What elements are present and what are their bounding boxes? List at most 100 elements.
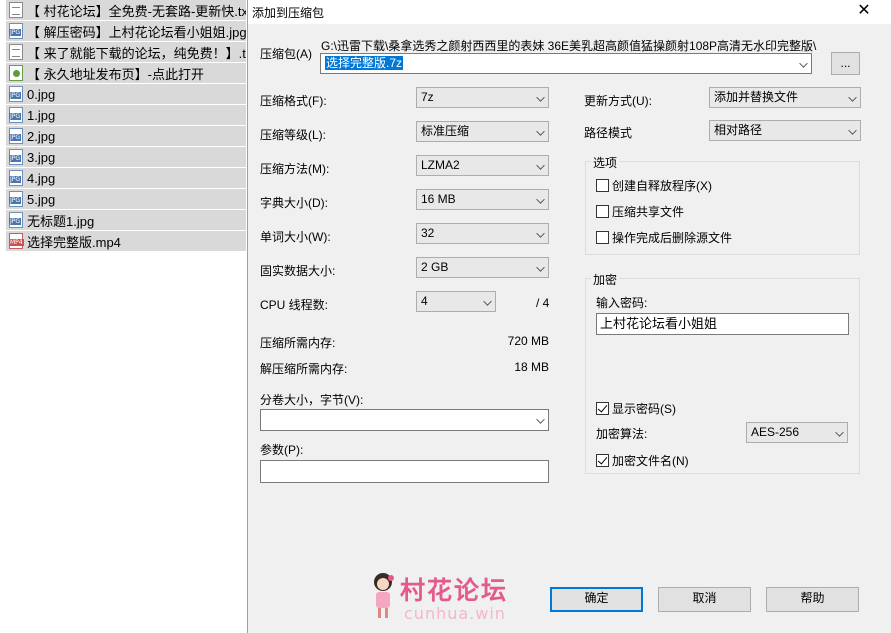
jpg-file-icon — [9, 149, 23, 165]
mp4-file-icon — [9, 233, 24, 249]
file-row[interactable]: 无标题1.jpg — [6, 210, 246, 230]
password-input[interactable]: 上村花论坛看小姐姐 — [596, 313, 849, 335]
file-row[interactable]: 5.jpg — [6, 189, 246, 209]
file-row[interactable]: 【 解压密码】上村花论坛看小姐姐.jpg — [6, 21, 246, 41]
file-row[interactable]: 【 来了就能下载的论坛，纯免费！】.txt — [6, 42, 246, 62]
encrypt-names-label: 加密文件名(N) — [612, 454, 689, 468]
chevron-down-icon — [536, 93, 545, 102]
cancel-button[interactable]: 取消 — [658, 587, 751, 612]
file-name: 5.jpg — [27, 191, 56, 207]
chevron-down-icon — [835, 428, 844, 437]
file-name: 2.jpg — [27, 128, 56, 144]
jpg-file-icon — [9, 23, 23, 39]
path-mode-value: 相对路径 — [714, 123, 763, 137]
show-password-checkbox[interactable]: 显示密码(S) — [596, 400, 676, 417]
algo-select[interactable]: AES-256 — [746, 422, 848, 443]
solid-select[interactable]: 2 GB — [416, 257, 549, 278]
chevron-down-icon — [483, 297, 492, 306]
dict-label: 字典大小(D): — [260, 196, 328, 210]
file-row[interactable]: 1.jpg — [6, 105, 246, 125]
params-input[interactable] — [260, 460, 549, 483]
ok-button[interactable]: 确定 — [550, 587, 643, 612]
url-file-icon — [9, 65, 23, 81]
jpg-file-icon — [9, 86, 23, 102]
jpg-file-icon — [9, 191, 23, 207]
encrypt-names-checkbox[interactable]: 加密文件名(N) — [596, 452, 689, 469]
delete-checkbox[interactable]: 操作完成后删除源文件 — [596, 229, 732, 246]
cpu-value: 4 — [421, 294, 428, 308]
dict-value: 16 MB — [421, 192, 456, 206]
encryption-group-title: 加密 — [591, 271, 620, 288]
close-button[interactable]: ✕ — [854, 1, 874, 21]
params-label: 参数(P): — [260, 443, 304, 457]
chevron-down-icon — [848, 126, 857, 135]
show-password-label: 显示密码(S) — [612, 402, 676, 416]
archive-name-text: 选择完整版.7z — [325, 56, 404, 70]
update-select[interactable]: 添加并替换文件 — [709, 87, 861, 108]
mascot-icon — [374, 573, 394, 618]
chevron-down-icon — [536, 195, 545, 204]
cpu-select[interactable]: 4 — [416, 291, 496, 312]
chevron-down-icon — [536, 161, 545, 170]
file-row[interactable]: 4.jpg — [6, 168, 246, 188]
volume-label: 分卷大小，字节(V): — [260, 393, 364, 407]
mem-decompress-value: 18 MB — [514, 360, 549, 374]
cpu-total: / 4 — [536, 296, 550, 310]
format-value: 7z — [421, 90, 434, 104]
level-value: 标准压缩 — [421, 124, 470, 138]
algo-label: 加密算法: — [596, 427, 648, 441]
help-button[interactable]: 帮助 — [766, 587, 859, 612]
dialog-title: 添加到压缩包 — [252, 6, 325, 20]
txt-file-icon — [9, 2, 23, 18]
path-mode-label: 路径模式 — [584, 126, 633, 140]
dict-select[interactable]: 16 MB — [416, 189, 549, 210]
format-label: 压缩格式(F): — [260, 94, 327, 108]
jpg-file-icon — [9, 128, 23, 144]
add-to-archive-dialog: 添加到压缩包 ✕ 压缩包(A) G:\迅雷下载\桑拿选秀之颜射西西里的表妹 36… — [247, 0, 891, 633]
sfx-checkbox[interactable]: 创建自释放程序(X) — [596, 177, 712, 194]
chevron-down-icon — [536, 263, 545, 272]
checkbox-box[interactable] — [596, 179, 609, 192]
shared-label: 压缩共享文件 — [612, 205, 685, 219]
file-row[interactable]: 2.jpg — [6, 126, 246, 146]
file-row[interactable]: 选择完整版.mp4 — [6, 231, 246, 251]
dialog-titlebar: 添加到压缩包 ✕ — [248, 0, 891, 24]
chevron-down-icon[interactable] — [799, 59, 808, 68]
file-name: 无标题1.jpg — [27, 213, 95, 229]
file-name: 【 来了就能下载的论坛，纯免费！】.txt — [27, 45, 246, 61]
options-group-title: 选项 — [591, 154, 620, 171]
txt-file-icon — [9, 44, 23, 60]
path-mode-select[interactable]: 相对路径 — [709, 120, 861, 141]
file-row[interactable]: 【 永久地址发布页】-点此打开 — [6, 63, 246, 83]
checkbox-box[interactable] — [596, 205, 609, 218]
mem-compress-value: 720 MB — [507, 334, 549, 348]
chevron-down-icon — [848, 93, 857, 102]
mem-decompress-label: 解压缩所需内存: — [260, 362, 348, 376]
file-name: 0.jpg — [27, 86, 56, 102]
format-select[interactable]: 7z — [416, 87, 549, 108]
file-name: 【 村花论坛】全免费-无套路-更新快.txt — [27, 3, 246, 19]
level-select[interactable]: 标准压缩 — [416, 121, 549, 142]
jpg-file-icon — [9, 212, 23, 228]
volume-combo[interactable] — [260, 409, 549, 431]
chevron-down-icon — [536, 415, 545, 424]
archive-name-combo[interactable]: 选择完整版.7z — [320, 53, 812, 74]
file-row[interactable]: 【 村花论坛】全免费-无套路-更新快.txt — [6, 0, 246, 20]
file-list: 【 村花论坛】全免费-无套路-更新快.txt 【 解压密码】上村花论坛看小姐姐.j… — [0, 0, 247, 633]
method-select[interactable]: LZMA2 — [416, 155, 549, 176]
checkbox-box[interactable] — [596, 231, 609, 244]
chevron-down-icon — [536, 229, 545, 238]
checkbox-checked[interactable] — [596, 402, 609, 415]
solid-value: 2 GB — [421, 260, 449, 274]
method-label: 压缩方法(M): — [260, 162, 330, 176]
cpu-label: CPU 线程数: — [260, 298, 329, 312]
file-row[interactable]: 0.jpg — [6, 84, 246, 104]
shared-checkbox[interactable]: 压缩共享文件 — [596, 203, 684, 220]
sfx-label: 创建自释放程序(X) — [612, 179, 712, 193]
browse-button[interactable]: ... — [831, 52, 860, 75]
file-row[interactable]: 3.jpg — [6, 147, 246, 167]
archive-path: G:\迅雷下载\桑拿选秀之颜射西西里的表妹 36E美乳超高颜值猛操颜射108P高… — [321, 39, 817, 53]
checkbox-checked[interactable] — [596, 454, 609, 467]
word-select[interactable]: 32 — [416, 223, 549, 244]
file-name: 3.jpg — [27, 149, 56, 165]
